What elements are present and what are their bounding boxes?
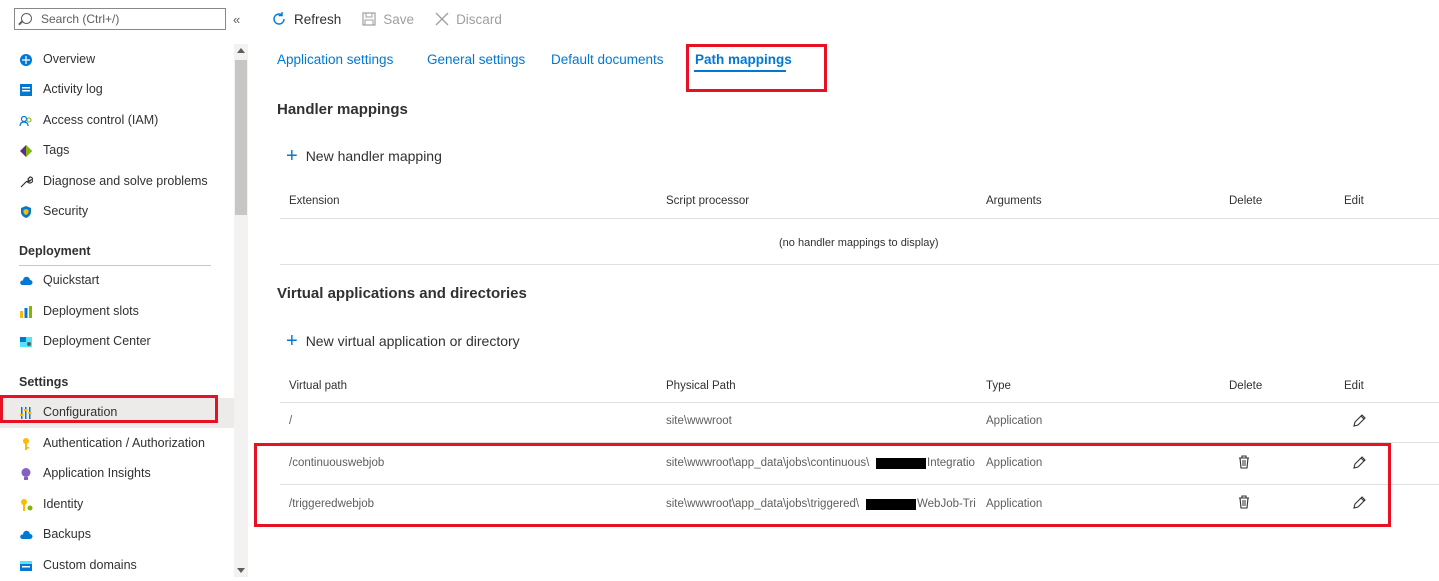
save-button[interactable]: Save bbox=[361, 11, 414, 27]
sidebar-item-label: Authentication / Authorization bbox=[43, 436, 205, 450]
backup-cloud-icon bbox=[20, 530, 33, 539]
column-header-arguments[interactable]: Arguments bbox=[986, 195, 1042, 207]
sidebar-item-overview[interactable]: Overview bbox=[0, 45, 234, 75]
scroll-thumb[interactable] bbox=[235, 60, 247, 215]
search-input[interactable] bbox=[41, 11, 221, 27]
column-header-delete: Delete bbox=[1229, 380, 1263, 392]
tab-default-documents[interactable]: Default documents bbox=[551, 52, 664, 67]
section-deployment: Deployment bbox=[19, 244, 91, 258]
column-header-extension[interactable]: Extension bbox=[289, 195, 340, 207]
collapse-sidebar-button[interactable]: « bbox=[233, 12, 240, 27]
shield-icon bbox=[21, 206, 31, 218]
sidebar-item-diagnose[interactable]: Diagnose and solve problems bbox=[0, 167, 234, 197]
sidebar-item-label: Activity log bbox=[43, 82, 103, 96]
sidebar-item-label: Backups bbox=[43, 527, 91, 541]
command-bar: Refresh Save Discard bbox=[270, 8, 522, 30]
new-handler-mapping-button[interactable]: + New handler mapping bbox=[286, 146, 442, 166]
key-icon bbox=[23, 438, 29, 450]
sidebar-item-deployment-slots[interactable]: Deployment slots bbox=[0, 297, 234, 327]
close-icon bbox=[435, 12, 449, 26]
domain-icon bbox=[20, 561, 32, 571]
sidebar-item-label: Access control (IAM) bbox=[43, 113, 159, 127]
sidebar-item-activity-log[interactable]: Activity log bbox=[0, 75, 234, 105]
table-header-divider bbox=[280, 218, 1439, 219]
handler-mappings-heading: Handler mappings bbox=[277, 101, 408, 118]
column-header-script-processor[interactable]: Script processor bbox=[666, 195, 749, 207]
refresh-button[interactable]: Refresh bbox=[270, 10, 341, 28]
highlight-box-webjob-rows bbox=[254, 443, 1391, 527]
sidebar-item-iam[interactable]: Access control (IAM) bbox=[0, 106, 234, 136]
refresh-icon bbox=[273, 12, 285, 25]
sidebar-item-deployment-center[interactable]: Deployment Center bbox=[0, 327, 234, 357]
deployment-center-icon bbox=[20, 337, 32, 347]
column-header-edit: Edit bbox=[1344, 380, 1364, 392]
table-header-divider bbox=[280, 402, 1439, 403]
sidebar-item-label: Identity bbox=[43, 497, 84, 511]
refresh-label: Refresh bbox=[294, 11, 342, 27]
new-virtual-application-button[interactable]: + New virtual application or directory bbox=[286, 331, 520, 351]
search-box[interactable] bbox=[14, 8, 226, 30]
sidebar-item-quickstart[interactable]: Quickstart bbox=[0, 266, 234, 296]
column-header-virtual-path[interactable]: Virtual path bbox=[289, 380, 347, 392]
table-row-divider bbox=[280, 264, 1439, 265]
tab-general-settings[interactable]: General settings bbox=[427, 52, 525, 67]
sidebar-item-label: Overview bbox=[43, 52, 96, 66]
sidebar-item-label: Deployment Center bbox=[43, 334, 151, 348]
virtual-path-cell: / bbox=[289, 415, 293, 427]
scroll-up-icon[interactable] bbox=[237, 48, 245, 53]
wrench-icon bbox=[20, 176, 33, 188]
scroll-down-icon[interactable] bbox=[237, 568, 245, 573]
sidebar-item-label: Diagnose and solve problems bbox=[43, 174, 208, 188]
tab-application-settings[interactable]: Application settings bbox=[277, 52, 393, 67]
edit-pencil-icon[interactable] bbox=[1351, 413, 1367, 429]
overview-icon bbox=[20, 54, 32, 66]
tag-icon bbox=[20, 145, 32, 157]
column-header-edit: Edit bbox=[1344, 195, 1364, 207]
type-cell: Application bbox=[986, 415, 1043, 427]
discard-label: Discard bbox=[456, 11, 502, 27]
sidebar-item-application-insights[interactable]: Application Insights bbox=[0, 459, 234, 489]
column-header-type[interactable]: Type bbox=[986, 380, 1011, 392]
empty-table-message: (no handler mappings to display) bbox=[779, 237, 939, 249]
search-icon bbox=[21, 13, 32, 24]
activity-log-icon bbox=[20, 84, 32, 96]
plus-icon: + bbox=[286, 145, 298, 167]
new-virtual-application-label: New virtual application or directory bbox=[305, 333, 520, 349]
sidebar-item-authentication[interactable]: Authentication / Authorization bbox=[0, 429, 234, 459]
physical-path-cell: site\wwwroot bbox=[666, 415, 732, 427]
column-header-delete: Delete bbox=[1229, 195, 1263, 207]
plus-icon: + bbox=[286, 330, 298, 352]
bulb-icon bbox=[21, 468, 31, 480]
sidebar-scrollbar[interactable] bbox=[234, 44, 248, 577]
sidebar-item-security[interactable]: Security bbox=[0, 197, 234, 227]
save-label: Save bbox=[383, 11, 415, 27]
discard-button[interactable]: Discard bbox=[434, 11, 502, 27]
save-icon bbox=[362, 12, 376, 26]
identity-key-icon bbox=[21, 499, 33, 511]
slots-icon bbox=[20, 306, 32, 318]
sidebar-item-backups[interactable]: Backups bbox=[0, 520, 234, 550]
section-settings: Settings bbox=[19, 375, 69, 389]
sidebar-item-identity[interactable]: Identity bbox=[0, 490, 234, 520]
sidebar-item-label: Deployment slots bbox=[43, 304, 139, 318]
sidebar-item-label: Tags bbox=[43, 143, 70, 157]
column-header-physical-path[interactable]: Physical Path bbox=[666, 380, 736, 392]
virtual-applications-heading: Virtual applications and directories bbox=[277, 285, 527, 302]
sidebar-item-label: Quickstart bbox=[43, 273, 100, 287]
sidebar-item-label: Security bbox=[43, 204, 89, 218]
highlight-box-path-mappings bbox=[686, 44, 827, 92]
sidebar-item-tags[interactable]: Tags bbox=[0, 136, 234, 166]
sidebar: « Overview Activity log Access control (… bbox=[0, 0, 248, 577]
iam-icon bbox=[19, 115, 32, 127]
sidebar-item-label: Application Insights bbox=[43, 466, 151, 480]
new-handler-mapping-label: New handler mapping bbox=[305, 148, 442, 164]
highlight-box-configuration bbox=[0, 395, 218, 423]
sidebar-item-label: Custom domains bbox=[43, 558, 137, 572]
cloud-icon bbox=[20, 276, 33, 285]
